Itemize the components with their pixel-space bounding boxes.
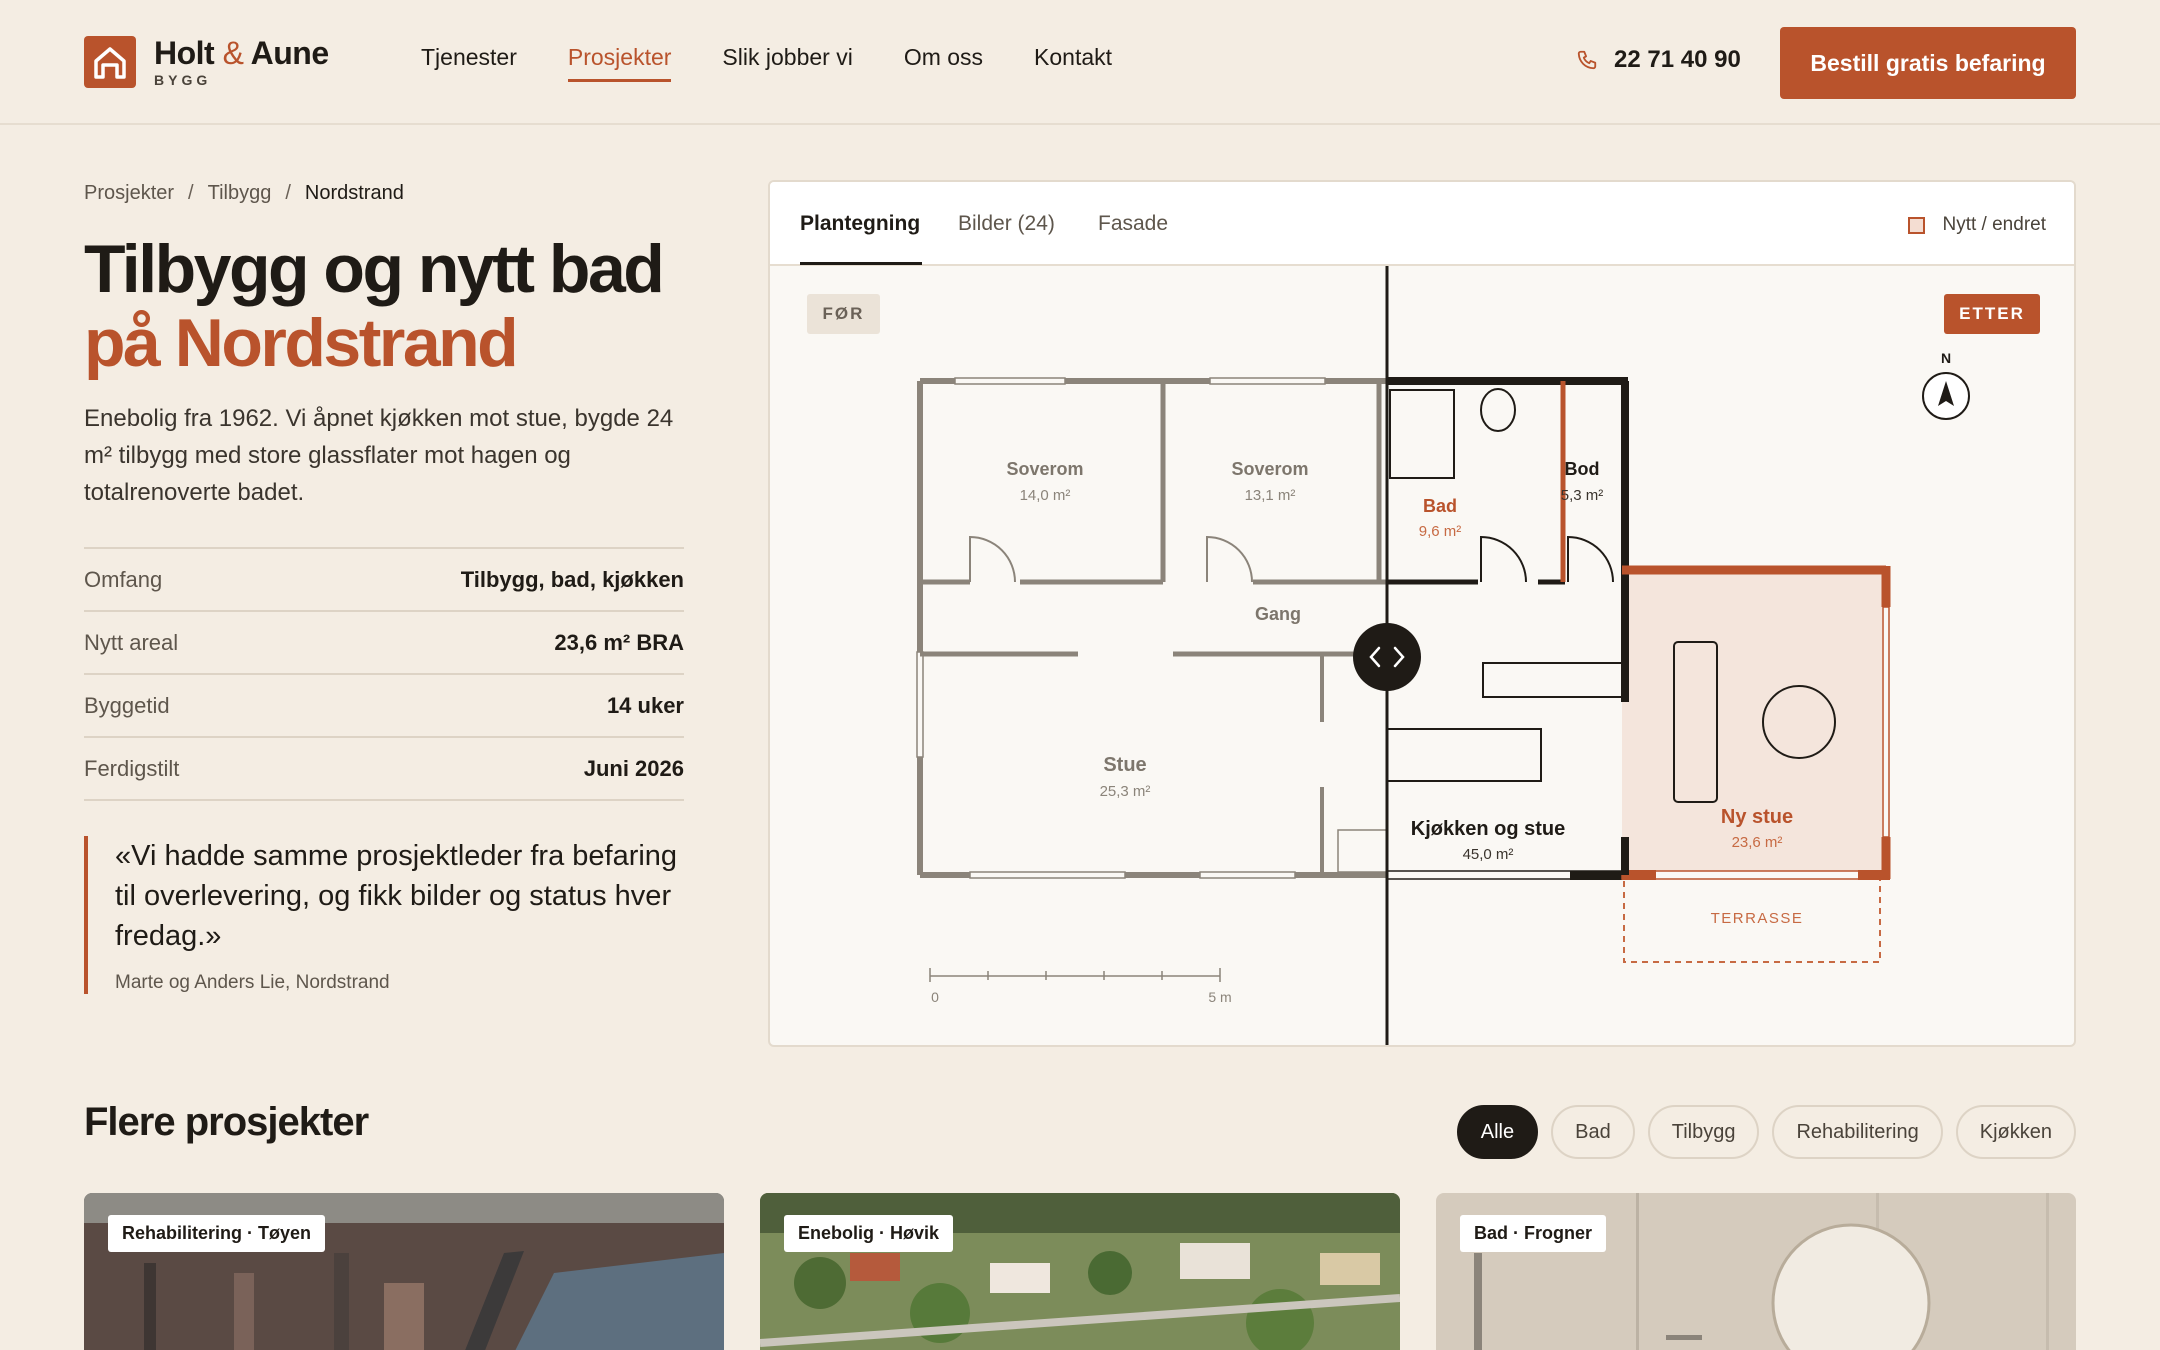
house-icon [84, 36, 136, 88]
room-kjokken-stue-area: 45,0 m² [1463, 846, 1514, 863]
nav-om-oss[interactable]: Om oss [904, 44, 983, 82]
project-card-frogner[interactable]: Bad · Frogner [1436, 1193, 2076, 1350]
brand-sub: BYGG [154, 72, 212, 88]
filter-tilbygg[interactable]: Tilbygg [1647, 1105, 1760, 1159]
nav-slik-jobber-vi[interactable]: Slik jobber vi [722, 44, 852, 82]
room-bad-area: 9,6 m² [1419, 523, 1462, 540]
room-soverom-1: Soverom [1006, 459, 1083, 479]
nav-tjenester[interactable]: Tjenester [421, 44, 517, 82]
compare-slider-handle[interactable] [1353, 623, 1421, 691]
project-facts: Omfang Tilbygg, bad, kjøkken Nytt areal 23… [84, 547, 684, 801]
filter-kjokken[interactable]: Kjøkken [1955, 1105, 2076, 1159]
project-card-hovik[interactable]: Enebolig · Høvik [760, 1193, 1400, 1350]
room-bad: Bad [1423, 496, 1457, 516]
project-filters: Alle Bad Tilbygg Rehabilitering Kjøkken [1444, 1105, 2076, 1159]
fact-row: Ferdigstilt Juni 2026 [84, 738, 684, 801]
page-title: Tilbygg og nytt bad på Nordstrand [84, 231, 665, 381]
card-tag: Bad · Frogner [1460, 1215, 1607, 1252]
room-ny-stue: Ny stue [1721, 806, 1793, 828]
plan-before [916, 377, 1388, 879]
filter-alle[interactable]: Alle [1456, 1105, 1539, 1159]
before-badge: FØR [807, 294, 880, 334]
floor-plan: Soverom 14,0 m² Soverom 13,1 m² Gang Stu… [916, 266, 1970, 1045]
svg-text:0: 0 [931, 989, 939, 1005]
filter-bad[interactable]: Bad [1551, 1105, 1635, 1159]
phone-number: 22 71 40 90 [1614, 46, 1741, 73]
room-ny-stue-area: 23,6 m² [1732, 834, 1783, 851]
room-bod-area: 5,3 m² [1561, 487, 1604, 504]
nav-prosjekter[interactable]: Prosjekter [567, 44, 672, 82]
brand-name: Holt & Aune [154, 35, 329, 71]
plan-viewer: Plantegning Bilder (24) Fasade Nytt / en… [768, 180, 2076, 1047]
breadcrumb-tilbygg[interactable]: Tilbygg [208, 182, 272, 205]
nav-kontakt[interactable]: Kontakt [1034, 44, 1112, 82]
room-soverom-2: Soverom [1231, 459, 1308, 479]
room-kjokken-stue: Kjøkken og stue [1411, 818, 1565, 840]
north-label: N [1941, 350, 1951, 366]
room-soverom-2-area: 13,1 m² [1245, 487, 1296, 504]
terrace-label: TERRASSE [1711, 910, 1804, 927]
phone-icon [1577, 50, 1597, 70]
project-lead: Enebolig fra 1962. Vi åpnet kjøkken mot … [84, 405, 674, 506]
card-tag: Rehabilitering · Tøyen [108, 1215, 326, 1252]
site-header: Holt & Aune BYGG Tjenester Prosjekter Sl… [0, 0, 2160, 125]
breadcrumb-prosjekter[interactable]: Prosjekter [84, 182, 174, 205]
filter-rehabilitering[interactable]: Rehabilitering [1772, 1105, 1943, 1159]
testimonial: «Vi hadde samme prosjektleder fra befari… [84, 836, 704, 994]
fact-row: Nytt areal 23,6 m² BRA [84, 612, 684, 675]
svg-text:5 m: 5 m [1208, 989, 1231, 1005]
fact-row: Omfang Tilbygg, bad, kjøkken [84, 549, 684, 612]
main-nav: Tjenester Prosjekter Slik jobber vi Om o… [421, 44, 1163, 82]
testimonial-text: «Vi hadde samme prosjektleder fra befari… [115, 840, 678, 952]
order-inspection-button[interactable]: Bestill gratis befaring [1780, 27, 2076, 99]
scale-bar: 0 5 m [929, 968, 1232, 1005]
breadcrumb-current: Nordstrand [304, 182, 404, 204]
after-badge: ETTER [1944, 294, 2040, 334]
room-gang: Gang [1255, 604, 1301, 624]
brand-logo[interactable]: Holt & Aune BYGG [84, 36, 329, 88]
fact-row: Byggetid 14 uker [84, 675, 684, 738]
more-projects-title: Flere prosjekter [84, 1100, 369, 1144]
phone-link[interactable]: 22 71 40 90 [1576, 46, 1741, 74]
card-tag: Enebolig · Høvik [784, 1215, 954, 1252]
room-soverom-1-area: 14,0 m² [1020, 487, 1071, 504]
room-stue-area: 25,3 m² [1100, 783, 1151, 800]
project-card-toyen[interactable]: Rehabilitering · Tøyen [84, 1193, 724, 1350]
testimonial-author: Marte og Anders Lie, Nordstrand [115, 972, 390, 993]
room-stue: Stue [1103, 754, 1146, 776]
breadcrumb: Prosjekter / Tilbygg / Nordstrand [84, 182, 404, 205]
plan-after [1386, 377, 1891, 963]
room-bod: Bod [1565, 459, 1600, 479]
